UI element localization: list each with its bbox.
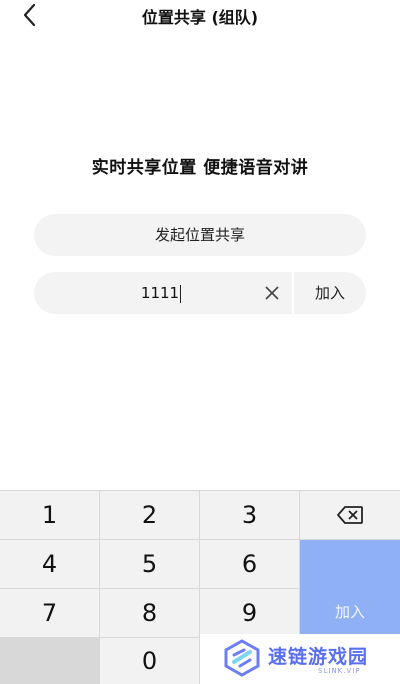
key-7[interactable]: 7 — [0, 589, 99, 637]
key-6[interactable]: 6 — [200, 540, 299, 588]
watermark-logo-icon — [224, 639, 260, 677]
key-label: 6 — [241, 550, 258, 578]
watermark-subtext: SLINK.VIP — [318, 667, 361, 675]
text-caret — [180, 284, 182, 303]
key-1[interactable]: 1 — [0, 491, 99, 539]
subtitle: 实时共享位置 便捷语音对讲 — [91, 158, 309, 178]
key-2[interactable]: 2 — [100, 491, 199, 539]
join-button[interactable]: 加入 — [294, 272, 366, 314]
backspace-icon — [337, 506, 363, 524]
key-0[interactable]: 0 — [100, 638, 199, 684]
key-3[interactable]: 3 — [200, 491, 299, 539]
key-label: 4 — [41, 550, 58, 578]
close-icon — [265, 286, 279, 300]
backspace-key[interactable] — [300, 491, 400, 539]
key-8[interactable]: 8 — [100, 589, 199, 637]
key-label: 3 — [241, 501, 258, 529]
key-label: 5 — [141, 550, 158, 578]
start-sharing-button[interactable]: 发起位置共享 — [34, 214, 366, 256]
team-code-value: 1111 — [140, 284, 180, 302]
key-label: 9 — [241, 599, 258, 627]
key-label: 2 — [141, 501, 158, 529]
watermark: 速链游戏园 SLINK.VIP — [200, 634, 400, 684]
page-title: 位置共享 (组队) — [141, 8, 259, 27]
join-row: 1111 加入 — [34, 272, 366, 314]
key-label: 7 — [41, 599, 58, 627]
key-label: 8 — [141, 599, 158, 627]
header: 位置共享 (组队) — [0, 0, 400, 30]
key-label: 0 — [141, 647, 158, 675]
key-9[interactable]: 9 — [200, 589, 299, 637]
key-label: 1 — [41, 501, 58, 529]
clear-button[interactable] — [262, 283, 282, 303]
watermark-text: 速链游戏园 — [268, 646, 369, 668]
key-4[interactable]: 4 — [0, 540, 99, 588]
team-code-input[interactable]: 1111 — [34, 272, 288, 314]
key-5[interactable]: 5 — [100, 540, 199, 588]
